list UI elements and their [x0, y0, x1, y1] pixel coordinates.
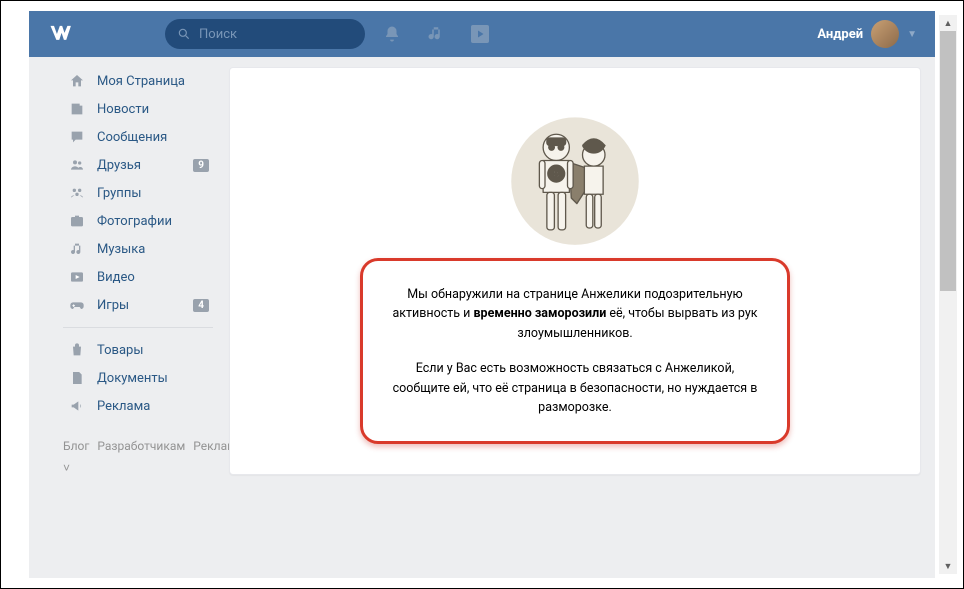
- footer-link[interactable]: Разработчикам: [97, 439, 185, 453]
- sidebar-item-news[interactable]: Новости: [63, 95, 213, 123]
- divider: [63, 327, 213, 328]
- sidebar-item-label: Документы: [97, 371, 209, 386]
- friends-icon: [67, 155, 87, 175]
- user-menu[interactable]: Андрей ▼: [817, 20, 917, 48]
- news-icon: [67, 99, 87, 119]
- video-icon: [67, 267, 87, 287]
- home-icon: [67, 71, 87, 91]
- search-icon: [177, 27, 191, 41]
- footer-links: БлогРазработчикамРекламаЕщё ˅: [63, 436, 213, 479]
- sidebar-item-label: Игры: [97, 298, 193, 313]
- sidebar-item-msg[interactable]: Сообщения: [63, 123, 213, 151]
- sidebar-item-games[interactable]: Игры4: [63, 291, 213, 319]
- photos-icon: [67, 211, 87, 231]
- badge: 4: [193, 299, 209, 312]
- vk-logo[interactable]: [47, 20, 75, 48]
- sidebar-item-label: Фотографии: [97, 214, 209, 229]
- notifications-icon[interactable]: [383, 25, 401, 43]
- sidebar-item-friends[interactable]: Друзья9: [63, 151, 213, 179]
- sidebar: Моя Страница Новости Сообщения Друзья9 Групп…: [63, 67, 213, 578]
- sidebar-item-label: Товары: [97, 343, 209, 358]
- header: Поиск Андрей ▼: [29, 11, 935, 57]
- sidebar-item-home[interactable]: Моя Страница: [63, 67, 213, 95]
- search-placeholder: Поиск: [199, 27, 237, 42]
- sidebar-item-label: Новости: [97, 102, 209, 117]
- groups-icon: [67, 183, 87, 203]
- user-name: Андрей: [817, 27, 863, 42]
- avatar: [871, 20, 899, 48]
- frozen-notice: Мы обнаружили на странице Анжелики подоз…: [360, 258, 790, 444]
- chevron-down-icon: ▼: [907, 29, 917, 40]
- sidebar-item-label: Моя Страница: [97, 74, 209, 89]
- sidebar-item-shop[interactable]: Товары: [63, 336, 213, 364]
- search-input[interactable]: Поиск: [165, 19, 365, 49]
- sidebar-item-photos[interactable]: Фотографии: [63, 207, 213, 235]
- sidebar-item-label: Музыка: [97, 242, 209, 257]
- sidebar-item-label: Видео: [97, 270, 209, 285]
- sidebar-item-label: Сообщения: [97, 130, 209, 145]
- scrollbar[interactable]: ▲ ▼: [939, 15, 957, 574]
- sidebar-item-label: Группы: [97, 186, 209, 201]
- sidebar-item-ads[interactable]: Реклама: [63, 392, 213, 420]
- shop-icon: [67, 340, 87, 360]
- ads-icon: [67, 396, 87, 416]
- notice-line-1: Мы обнаружили на странице Анжелики подоз…: [389, 285, 761, 343]
- sidebar-item-docs[interactable]: Документы: [63, 364, 213, 392]
- sidebar-item-video[interactable]: Видео: [63, 263, 213, 291]
- sidebar-item-music[interactable]: Музыка: [63, 235, 213, 263]
- scroll-up-button[interactable]: ▲: [939, 15, 957, 31]
- footer-link[interactable]: Блог: [63, 439, 89, 453]
- scroll-down-button[interactable]: ▼: [939, 558, 957, 574]
- sidebar-item-groups[interactable]: Группы: [63, 179, 213, 207]
- scroll-thumb[interactable]: [940, 31, 956, 291]
- sidebar-item-label: Реклама: [97, 399, 209, 414]
- music-icon[interactable]: [427, 25, 445, 43]
- music-icon: [67, 239, 87, 259]
- sidebar-item-label: Друзья: [97, 158, 193, 173]
- content-panel: B: [229, 67, 921, 475]
- svg-text:B: B: [553, 169, 559, 180]
- badge: 9: [193, 159, 209, 172]
- docs-icon: [67, 368, 87, 388]
- msg-icon: [67, 127, 87, 147]
- notice-line-2: Если у Вас есть возможность связаться с …: [389, 359, 761, 417]
- frozen-illustration: B: [500, 108, 650, 248]
- games-icon: [67, 295, 87, 315]
- video-play-icon[interactable]: [471, 25, 489, 43]
